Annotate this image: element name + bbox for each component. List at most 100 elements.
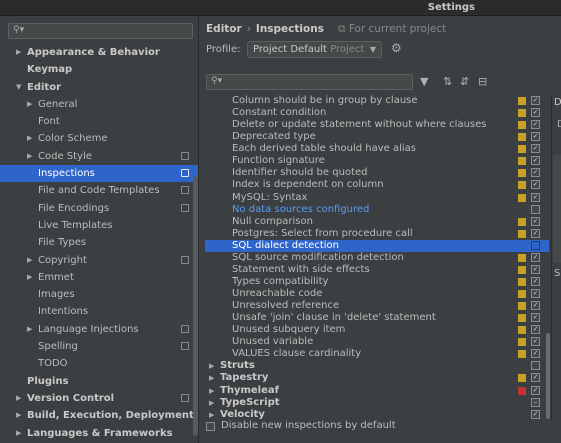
inspection-checkbox[interactable]: ✓ [531,289,540,298]
sidebar-item-todo[interactable]: TODO [0,355,198,372]
filter-icon[interactable]: ▼ [420,75,428,88]
sidebar-item-color-scheme[interactable]: ▶ Color Scheme [0,130,198,147]
chevron-right-icon[interactable]: ▶ [27,96,32,113]
inspection-row[interactable]: Unused subquery item ✓ [205,324,549,336]
inspection-row[interactable]: MySQL: Syntax ✓ [205,192,549,204]
inspection-checkbox[interactable]: ✓ [531,180,540,190]
disable-new-checkbox[interactable] [206,422,215,431]
chevron-right-icon[interactable]: ▶ [16,44,21,61]
sidebar-item-keymap[interactable]: Keymap [0,61,198,78]
inspection-checkbox[interactable]: ✓ [531,168,540,178]
chevron-right-icon[interactable]: ▶ [27,252,32,269]
inspection-checkbox[interactable]: ✓ [531,409,540,419]
inspection-row[interactable]: Each derived table should have alias ✓ [205,143,549,155]
inspections-scrollbar[interactable] [546,333,550,419]
inspection-row[interactable]: SQL source modification detection ✓ [205,252,549,264]
chevron-right-icon[interactable]: ▶ [209,360,214,372]
gear-icon[interactable]: ⚙ [391,41,402,55]
sidebar-item-editor[interactable]: ▼ Editor [0,79,198,96]
sidebar-scrollbar[interactable] [193,176,198,436]
inspection-row[interactable]: Postgres: Select from procedure call ✓ [205,228,549,240]
chevron-right-icon[interactable]: ▶ [27,321,32,338]
inspection-checkbox[interactable]: ✓ [531,385,540,395]
sidebar-item-emmet[interactable]: ▶ Emmet [0,269,198,286]
chevron-right-icon[interactable]: ▶ [27,269,32,286]
inspection-row[interactable]: Index is dependent on column ✓ [205,179,549,191]
inspection-checkbox[interactable]: ✓ [531,216,540,226]
sidebar-item-file-encodings[interactable]: File Encodings [0,200,198,217]
inspection-checkbox[interactable]: ✓ [531,325,540,335]
inspection-row[interactable]: Unresolved reference ✓ [205,300,549,312]
inspection-row[interactable]: No data sources configured [205,204,549,216]
sidebar-item-inspections[interactable]: Inspections [0,165,198,183]
inspection-row[interactable]: Types compatibility ✓ [205,276,549,288]
reset-icon[interactable]: ⊟ [478,75,487,88]
sidebar-item-copyright[interactable]: ▶ Copyright [0,252,198,269]
inspection-checkbox[interactable]: ✓ [531,96,540,105]
sidebar-item-language-injections[interactable]: ▶ Language Injections [0,321,198,338]
expand-all-icon[interactable]: ⇅ [443,75,452,88]
collapse-all-icon[interactable]: ⇵ [460,75,469,88]
inspection-group[interactable]: ▶ Struts [205,360,549,372]
inspection-checkbox[interactable]: ✓ [531,156,540,166]
sidebar-item-file-types[interactable]: File Types [0,234,198,251]
inspection-group[interactable]: ▶ Tapestry ✓ [205,372,549,384]
sidebar-item-live-templates[interactable]: Live Templates [0,217,198,234]
sidebar-item-plugins[interactable]: Plugins [0,373,198,390]
sidebar-item-code-style[interactable]: ▶ Code Style [0,148,198,165]
profile-dropdown[interactable]: Project Default Project ▼ [247,41,382,58]
inspection-row[interactable]: Identifier should be quoted ✓ [205,167,549,179]
inspection-checkbox[interactable] [531,204,540,214]
sidebar-item-appearance-behavior[interactable]: ▶ Appearance & Behavior [0,44,198,61]
sidebar-item-build-execution-deployment[interactable]: ▶ Build, Execution, Deployment [0,407,198,424]
chevron-right-icon[interactable]: ▶ [209,409,214,421]
inspection-checkbox[interactable] [531,240,540,250]
inspection-checkbox[interactable]: ✓ [531,301,540,311]
inspection-checkbox[interactable] [531,361,540,371]
inspection-checkbox[interactable]: ✓ [531,276,540,286]
sidebar-item-version-control[interactable]: ▶ Version Control [0,390,198,407]
chevron-right-icon[interactable]: ▶ [209,397,214,409]
inspection-group[interactable]: ▶ Velocity ✓ [205,409,549,421]
inspection-row[interactable]: Deprecated type ✓ [205,131,549,143]
inspection-checkbox[interactable]: ✓ [531,132,540,142]
sidebar-item-file-and-code-templates[interactable]: File and Code Templates [0,182,198,199]
inspection-row[interactable]: Constant condition ✓ [205,107,549,119]
sidebar-item-intentions[interactable]: Intentions [0,303,198,320]
inspection-checkbox[interactable]: – [531,397,540,407]
sidebar-item-general[interactable]: ▶ General [0,96,198,113]
inspection-row[interactable]: Delete or update statement without where… [205,119,549,131]
sidebar-search-input[interactable]: ⚲▾ [8,23,193,39]
inspection-row[interactable]: Unused variable ✓ [205,336,549,348]
sidebar-item-spelling[interactable]: Spelling [0,338,198,355]
inspection-checkbox[interactable]: ✓ [531,264,540,274]
chevron-down-icon[interactable]: ▼ [16,79,21,96]
inspection-checkbox[interactable]: ✓ [531,373,540,383]
inspection-checkbox[interactable]: ✓ [531,120,540,130]
chevron-right-icon[interactable]: ▶ [27,148,32,165]
chevron-right-icon[interactable]: ▶ [209,372,214,384]
inspection-row[interactable]: Column should be in group by clause ✓ [205,95,549,107]
inspection-row[interactable]: Function signature ✓ [205,155,549,167]
inspection-group[interactable]: ▶ TypeScript – [205,397,549,409]
chevron-right-icon[interactable]: ▶ [16,390,21,407]
sidebar-item-languages-frameworks[interactable]: ▶ Languages & Frameworks [0,425,198,442]
inspection-row[interactable]: Statement with side effects ✓ [205,264,549,276]
inspection-group[interactable]: ▶ Thymeleaf ✓ [205,385,549,397]
sidebar-item-images[interactable]: Images [0,286,198,303]
sidebar-item-font[interactable]: Font [0,113,198,130]
chevron-right-icon[interactable]: ▶ [27,130,32,147]
inspections-search-input[interactable]: ⚲▾ [206,74,413,90]
inspection-checkbox[interactable]: ✓ [531,252,540,262]
inspection-row[interactable]: Null comparison ✓ [205,216,549,228]
inspection-checkbox[interactable]: ✓ [531,228,540,238]
chevron-right-icon[interactable]: ▶ [209,385,214,397]
inspection-checkbox[interactable]: ✓ [531,192,540,202]
inspection-checkbox[interactable]: ✓ [531,108,540,118]
inspection-checkbox[interactable]: ✓ [531,337,540,347]
inspection-row[interactable]: Unreachable code ✓ [205,288,549,300]
inspection-checkbox[interactable]: ✓ [531,144,540,154]
chevron-right-icon[interactable]: ▶ [16,407,21,424]
inspection-row[interactable]: VALUES clause cardinality ✓ [205,348,549,360]
inspection-row[interactable]: SQL dialect detection [205,239,549,252]
